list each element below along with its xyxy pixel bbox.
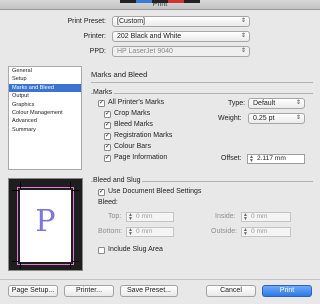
crop-mark [12, 190, 19, 191]
sidebar-item-graphics[interactable]: Graphics [9, 101, 81, 109]
panel-title: Marks and Bleed [91, 70, 148, 79]
bleed-inside-value: 0 mm [251, 213, 268, 220]
cancel-button[interactable]: Cancel [206, 285, 256, 297]
offset-value: 2.117 mm [257, 155, 286, 162]
bleed-top-field[interactable]: ▲ ▼ 0 mm [126, 212, 174, 222]
page-information-checkbox[interactable] [104, 155, 111, 162]
all-printers-marks-label: All Printer's Marks [108, 99, 165, 106]
bleed-inside-label: Inside: [215, 213, 236, 220]
title-divider [91, 82, 313, 83]
menu-bar-color-strip [120, 0, 200, 3]
chevron-updown-icon: ⇕ [240, 48, 246, 54]
printer-value: 202 Black and White [117, 33, 182, 40]
sidebar-item-marks-and-bleed[interactable]: Marks and Bleed [9, 83, 81, 93]
stepper-icon[interactable]: ▲ ▼ [249, 155, 254, 164]
bleed-outside-value: 0 mm [251, 228, 268, 235]
colour-bars-checkbox[interactable] [104, 144, 111, 151]
bleed-bottom-label: Bottom: [98, 228, 123, 235]
crop-mark [70, 182, 71, 189]
printer-label: Printer: [83, 33, 106, 40]
printer-button[interactable]: Printer... [64, 285, 114, 297]
marks-group-divider [91, 93, 313, 94]
save-preset-button[interactable]: Save Preset... [120, 285, 178, 297]
registration-marks-checkbox[interactable] [104, 133, 111, 140]
ppd-value: HP LaserJet 9040 [117, 48, 173, 55]
bleed-inside-field[interactable]: ▲ ▼ 0 mm [241, 212, 291, 222]
crop-mark [12, 261, 19, 262]
include-slug-area-checkbox[interactable] [98, 247, 105, 254]
sidebar-item-general[interactable]: General [9, 67, 81, 75]
bleed-marks-label: Bleed Marks [114, 121, 153, 128]
sidebar-item-setup[interactable]: Setup [9, 75, 81, 83]
crop-mark [20, 182, 21, 189]
stepper-icon[interactable]: ▲ ▼ [128, 228, 133, 237]
weight-select[interactable]: 0.25 pt ⇕ [248, 113, 305, 124]
use-document-bleed-label: Use Document Bleed Settings [108, 188, 202, 195]
page-setup-button[interactable]: Page Setup... [8, 285, 58, 297]
footer-divider [0, 279, 320, 280]
chevron-updown-icon: ⇕ [295, 115, 301, 121]
sidebar-item-output[interactable]: Output [9, 92, 81, 100]
registration-marks-label: Registration Marks [114, 132, 173, 139]
type-select[interactable]: Default ⇕ [248, 98, 305, 109]
bleed-group-label: Bleed and Slug [93, 177, 143, 184]
sidebar-item-summary[interactable]: Summary [9, 126, 81, 134]
stepper-icon[interactable]: ▲ ▼ [243, 228, 248, 237]
printer-select[interactable]: 202 Black and White ⇕ [112, 31, 250, 42]
sidebar-item-colour-management[interactable]: Colour Management [9, 109, 81, 117]
crop-mark [72, 190, 79, 191]
bleed-marks-checkbox[interactable] [104, 122, 111, 129]
sidebar-item-advanced[interactable]: Advanced [9, 117, 81, 125]
print-preset-label: Print Preset: [67, 18, 106, 25]
crop-mark [70, 263, 71, 269]
weight-value: 0.25 pt [253, 115, 275, 122]
page-information-label: Page Information [114, 154, 168, 161]
bleed-guide [17, 187, 74, 265]
offset-field[interactable]: ▲ ▼ 2.117 mm [247, 154, 305, 164]
ppd-label: PPD: [89, 48, 106, 55]
all-printers-marks-checkbox[interactable] [98, 100, 105, 107]
stepper-icon[interactable]: ▲ ▼ [243, 213, 248, 222]
weight-label: Weight: [218, 115, 242, 122]
print-preset-select[interactable]: [Custom] ⇕ [112, 16, 250, 27]
category-list: General Setup Marks and Bleed Output Gra… [8, 66, 82, 170]
bleed-outside-label: Outside: [211, 228, 238, 235]
print-preset-value: [Custom] [117, 18, 146, 25]
crop-mark [72, 261, 79, 262]
bleed-label: Bleed: [98, 199, 118, 206]
include-slug-area-label: Include Slug Area [108, 246, 163, 253]
bleed-top-value: 0 mm [136, 213, 153, 220]
ppd-select[interactable]: HP LaserJet 9040 ⇕ [112, 46, 250, 57]
chevron-updown-icon: ⇕ [240, 18, 246, 24]
page-preview: P [8, 178, 83, 271]
bleed-bottom-value: 0 mm [136, 228, 153, 235]
crop-marks-checkbox[interactable] [104, 111, 111, 118]
type-label: Type: [228, 100, 246, 107]
marks-group-label: Marks [93, 89, 115, 96]
chevron-updown-icon: ⇕ [240, 33, 246, 39]
bleed-bottom-field[interactable]: ▲ ▼ 0 mm [126, 227, 174, 237]
bleed-outside-field[interactable]: ▲ ▼ 0 mm [241, 227, 291, 237]
bleed-top-label: Top: [108, 213, 122, 220]
chevron-updown-icon: ⇕ [295, 100, 301, 106]
crop-marks-label: Crop Marks [114, 110, 151, 117]
use-document-bleed-checkbox[interactable] [98, 189, 105, 196]
crop-mark [20, 263, 21, 269]
stepper-icon[interactable]: ▲ ▼ [128, 213, 133, 222]
type-value: Default [253, 100, 276, 107]
colour-bars-label: Colour Bars [114, 143, 151, 150]
print-button[interactable]: Print [262, 285, 312, 297]
offset-label: Offset: [221, 155, 242, 162]
